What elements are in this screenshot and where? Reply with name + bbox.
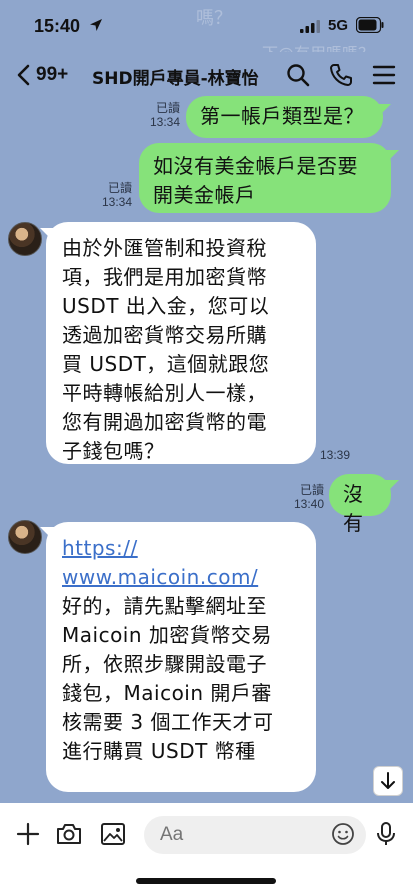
signal-icon — [300, 20, 320, 33]
menu-icon[interactable] — [371, 62, 397, 88]
message-line: 透過加密貨幣交易所購 — [62, 323, 267, 347]
chat-title[interactable]: SHD開戶專員-林寶怡 — [92, 64, 259, 89]
status-time: 15:40 — [34, 16, 81, 36]
message-line: 項，我們是用加密貨幣 — [62, 265, 267, 289]
scroll-down-button[interactable] — [373, 766, 403, 796]
message-line: 由於外匯管制和投資稅 — [62, 236, 267, 260]
chat-header: 99+ SHD開戶專員-林寶怡 — [0, 52, 413, 98]
read-receipt: 已讀 — [155, 101, 180, 115]
message-time: 13:34 — [101, 195, 132, 209]
message-meta: 已讀 13:34 — [128, 101, 180, 129]
home-indicator[interactable] — [136, 878, 276, 884]
search-icon[interactable] — [285, 62, 311, 88]
camera-icon[interactable] — [55, 820, 83, 848]
message-meta: 已讀 13:40 — [272, 483, 324, 511]
battery-icon — [356, 17, 384, 33]
message-time: 13:39 — [320, 448, 351, 462]
message-bubble-out[interactable]: 第一帳戶類型是？ — [186, 96, 383, 138]
background-ghost-text: 嗎？ — [196, 8, 232, 29]
message-time: 13:34 — [149, 115, 180, 129]
location-arrow-icon — [90, 19, 102, 31]
message-line: 平時轉帳給別人一樣， — [62, 381, 267, 405]
read-receipt: 已讀 — [107, 181, 132, 195]
message-line: 您有開過加密貨幣的電 — [62, 410, 267, 434]
message-line: 買 USDT，這個就跟您 — [62, 352, 270, 376]
message-meta: 已讀 13:34 — [80, 181, 132, 209]
message-bubble-out[interactable]: 沒有 — [329, 474, 391, 535]
message-line: 第一帳戶類型是？ — [200, 104, 364, 128]
message-line: 沒有 — [343, 482, 364, 535]
message-bubble-in[interactable]: https:// www.maicoin.com/ 好的，請先點擊網址至 Mai… — [46, 522, 316, 792]
message-line: USDT 出入金，您可以 — [62, 294, 270, 318]
network-type: 5G — [328, 17, 349, 34]
plus-icon[interactable] — [14, 820, 42, 848]
message-line: 如沒有美金帳戶是否要 — [153, 154, 358, 178]
chevron-down-icon — [381, 772, 395, 789]
image-icon[interactable] — [99, 820, 127, 848]
message-time: 13:40 — [293, 497, 324, 511]
message-line: 開美金帳戶 — [153, 183, 256, 207]
read-receipt: 已讀 — [299, 483, 324, 497]
message-link[interactable]: https:// — [62, 534, 302, 563]
avatar[interactable] — [8, 520, 42, 554]
message-line: 核需要 3 個工作天才可 — [62, 710, 274, 734]
message-line: 錢包，Maicoin 開戶審 — [62, 681, 272, 705]
unread-count[interactable]: 99+ — [36, 64, 68, 86]
phone-icon[interactable] — [328, 62, 354, 88]
message-bubble-in[interactable]: 由於外匯管制和投資稅 項，我們是用加密貨幣 USDT 出入金，您可以 透過加密貨… — [46, 222, 316, 464]
emoji-icon[interactable] — [330, 821, 356, 847]
message-line: 所，依照步驟開設電子 — [62, 652, 267, 676]
message-bubble-out[interactable]: 如沒有美金帳戶是否要 開美金帳戶 — [139, 143, 391, 213]
message-line: 好的，請先點擊網址至 — [62, 594, 267, 618]
avatar[interactable] — [8, 222, 42, 256]
message-line: 進行購買 USDT 幣種 — [62, 739, 256, 763]
message-line: Maicoin 加密貨幣交易 — [62, 623, 272, 647]
message-line: 子錢包嗎？ — [62, 439, 165, 463]
microphone-icon[interactable] — [372, 820, 400, 848]
message-link[interactable]: www.maicoin.com/ — [62, 563, 302, 592]
chevron-left-icon[interactable] — [12, 62, 36, 88]
